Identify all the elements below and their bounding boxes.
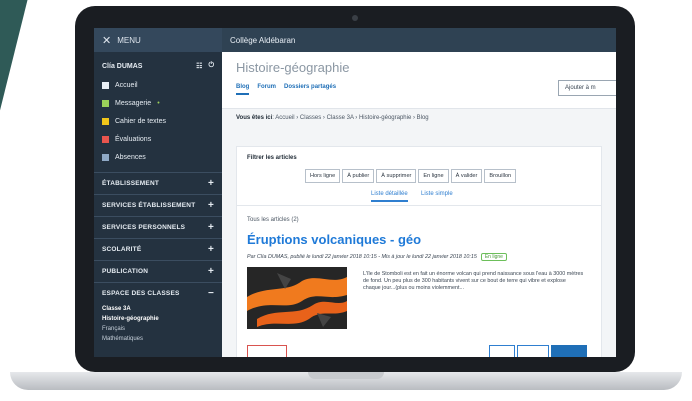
section-espace-des-classes[interactable]: ESPACE DES CLASSES −: [94, 282, 222, 304]
article-title[interactable]: Éruptions volcaniques - géo: [247, 232, 421, 247]
sidebar-item-label: Évaluations: [115, 135, 152, 143]
plus-icon[interactable]: +: [208, 244, 214, 255]
article-count: Tous les articles (2): [247, 217, 299, 223]
primary-action-button[interactable]: [551, 345, 587, 357]
article-image[interactable]: [247, 267, 347, 329]
sidebar-item-accueil[interactable]: Accueil: [94, 76, 222, 94]
lava-image: [247, 267, 347, 329]
close-icon[interactable]: ✕: [102, 34, 111, 47]
plus-icon[interactable]: +: [208, 178, 214, 189]
list-view-tabs: Liste détaillée Liste simple: [237, 191, 601, 206]
page-title: Histoire-géographie: [236, 60, 350, 75]
plus-icon[interactable]: +: [208, 222, 214, 233]
breadcrumb-label: Vous êtes ici: [236, 115, 273, 121]
class-name[interactable]: Classe 3A: [94, 304, 222, 314]
filter-buttons: Hors ligne À publier À supprimer En lign…: [305, 169, 518, 183]
action-button-2[interactable]: [517, 345, 549, 357]
school-name: Collège Aldébaran: [230, 35, 296, 45]
user-row: Clía DUMAS ☷ ⏻: [94, 52, 222, 76]
minus-icon[interactable]: −: [208, 288, 214, 299]
unread-dot: •: [157, 99, 160, 107]
tab-liste-simple[interactable]: Liste simple: [421, 191, 453, 197]
sidebar-item-absences[interactable]: Absences: [94, 148, 222, 166]
power-icon[interactable]: ⏻: [208, 62, 214, 70]
articles-card: Filtrer les articles Hors ligne À publie…: [236, 146, 602, 357]
filter-a-valider[interactable]: À valider: [450, 169, 483, 183]
tab-liste-detaillee[interactable]: Liste détaillée: [371, 191, 408, 202]
grid-icon: [102, 81, 109, 89]
filter-en-ligne[interactable]: En ligne: [418, 169, 449, 183]
class-item-histoire[interactable]: Histoire-géographie: [94, 314, 222, 324]
status-badge: En ligne: [480, 253, 507, 261]
tab-bar: Blog Forum Dossiers partagés: [236, 84, 336, 95]
clipboard-icon: [102, 135, 109, 143]
plus-icon[interactable]: +: [208, 200, 214, 211]
article-excerpt: L'île de Stomboli est en fait un énorme …: [363, 271, 584, 291]
filter-title: Filtrer les articles: [247, 155, 297, 161]
plus-icon[interactable]: +: [208, 266, 214, 277]
camera-icon: [352, 15, 358, 21]
delete-button[interactable]: [247, 345, 287, 357]
sidebar: ✕ MENU Clía DUMAS ☷ ⏻ Accueil Messagerie…: [94, 28, 222, 357]
menu-label: MENU: [117, 35, 141, 45]
sidebar-item-cahier[interactable]: Cahier de textes: [94, 112, 222, 130]
sidebar-item-label: Absences: [115, 153, 146, 161]
filter-brouillon[interactable]: Brouillon: [484, 169, 517, 183]
sidebar-item-messagerie[interactable]: Messagerie •: [94, 94, 222, 112]
class-item-francais[interactable]: Français: [94, 324, 222, 334]
class-item-maths[interactable]: Mathématiques: [94, 334, 222, 344]
main-content: Collège Aldébaran Histoire-géographie Bl…: [222, 28, 616, 357]
person-icon: [102, 153, 109, 161]
breadcrumb: Vous êtes ici: Accueil › Classes › Class…: [222, 109, 616, 127]
tab-forum[interactable]: Forum: [257, 84, 276, 95]
section-etablissement[interactable]: ÉTABLISSEMENT +: [94, 172, 222, 194]
sidebar-item-label: Messagerie: [115, 99, 152, 107]
breadcrumb-path[interactable]: : Accueil › Classes › Classe 3A › Histoi…: [272, 115, 428, 121]
sidebar-item-label: Cahier de textes: [115, 117, 166, 125]
section-services-personnels[interactable]: SERVICES PERSONNELS +: [94, 216, 222, 238]
laptop-notch: [308, 372, 384, 379]
byline-text: Par Clía DUMAS, publié le lundi 22 janvi…: [247, 254, 477, 260]
decorative-stripe: [0, 0, 30, 240]
tab-blog[interactable]: Blog: [236, 84, 250, 95]
action-button-1[interactable]: [489, 345, 515, 357]
article-byline: Par Clía DUMAS, publié le lundi 22 janvi…: [247, 253, 507, 261]
section-services-etablissement[interactable]: SERVICES ÉTABLISSEMENT +: [94, 194, 222, 216]
page-header: Histoire-géographie Blog Forum Dossiers …: [222, 52, 616, 109]
section-publication[interactable]: PUBLICATION +: [94, 260, 222, 282]
section-scolarite[interactable]: SCOLARITÉ +: [94, 238, 222, 260]
filter-hors-ligne[interactable]: Hors ligne: [305, 169, 341, 183]
notebook-icon: [102, 117, 109, 125]
sidebar-item-label: Accueil: [115, 81, 138, 89]
add-button[interactable]: Ajouter à m: [558, 80, 616, 96]
school-bar: Collège Aldébaran: [222, 28, 616, 52]
sidebar-item-evaluations[interactable]: Évaluations: [94, 130, 222, 148]
menu-toggle[interactable]: ✕ MENU: [94, 28, 222, 52]
settings-icon[interactable]: ☷: [196, 62, 202, 70]
user-name[interactable]: Clía DUMAS: [102, 63, 142, 70]
filter-a-supprimer[interactable]: À supprimer: [376, 169, 417, 183]
laptop-screen: ✕ MENU Clía DUMAS ☷ ⏻ Accueil Messagerie…: [94, 28, 616, 357]
mail-icon: [102, 99, 109, 107]
tab-dossiers[interactable]: Dossiers partagés: [284, 84, 336, 95]
filter-a-publier[interactable]: À publier: [342, 169, 375, 183]
